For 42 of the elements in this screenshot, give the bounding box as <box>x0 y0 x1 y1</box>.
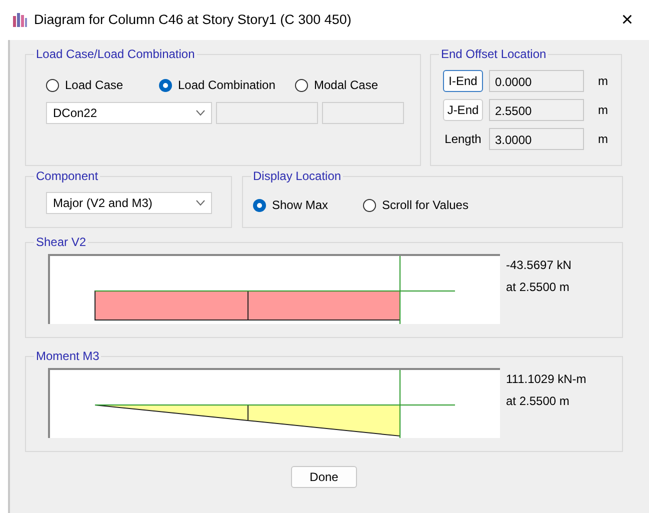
group-title: Load Case/Load Combination <box>35 48 196 60</box>
result-location: at 2.5500 m <box>506 393 570 410</box>
unit-label: m <box>598 102 608 119</box>
radio-button[interactable] <box>363 198 376 212</box>
number-field: 3.0000 <box>489 128 584 150</box>
caret-icon <box>196 200 205 206</box>
result-value: -43.5697 kN <box>506 257 572 274</box>
component-dropdown[interactable]: Major (V2 and M3) <box>46 192 212 214</box>
radio-button[interactable] <box>253 198 266 212</box>
unit-label: m <box>598 131 608 148</box>
number-field: 2.5500 <box>489 99 584 121</box>
group-title: Moment M3 <box>35 350 100 362</box>
window-title: Diagram for Column C46 at Story Story1 (C 300 450) <box>34 10 352 29</box>
radio-button[interactable] <box>295 78 308 92</box>
group-title: Display Location <box>252 170 342 182</box>
radio-option[interactable]: Scroll for Values <box>363 196 468 214</box>
unit-label: m <box>598 73 608 90</box>
radio-label: Load Case <box>65 77 124 94</box>
group-title: End Offset Location <box>440 48 548 60</box>
end-button[interactable]: I-End <box>443 70 483 92</box>
radio-button[interactable] <box>159 78 172 92</box>
field-label: Length <box>444 131 482 148</box>
caret-icon <box>196 110 205 116</box>
radio-option[interactable]: Modal Case <box>295 76 378 94</box>
end-button[interactable]: J-End <box>443 99 483 121</box>
radio-label: Show Max <box>272 197 328 214</box>
radio-option[interactable]: Load Case <box>46 76 159 94</box>
radio-option[interactable]: Show Max <box>253 196 363 214</box>
number-field: 0.0000 <box>489 70 584 92</box>
radio-option[interactable]: Load Combination <box>159 76 295 94</box>
done-button[interactable]: Done <box>291 466 357 488</box>
radio-label: Scroll for Values <box>382 197 468 214</box>
result-location: at 2.5500 m <box>506 279 570 296</box>
result-value: 111.1029 kN-m <box>506 371 586 388</box>
radio-label: Modal Case <box>314 77 378 94</box>
app-icon <box>12 12 28 28</box>
radio-button[interactable] <box>46 78 59 92</box>
close-button[interactable]: × <box>617 10 637 30</box>
radio-label: Load Combination <box>178 77 276 94</box>
group-title: Component <box>35 170 100 182</box>
case-dropdown[interactable]: DCon22 <box>46 102 212 124</box>
group-title: Shear V2 <box>35 236 88 248</box>
